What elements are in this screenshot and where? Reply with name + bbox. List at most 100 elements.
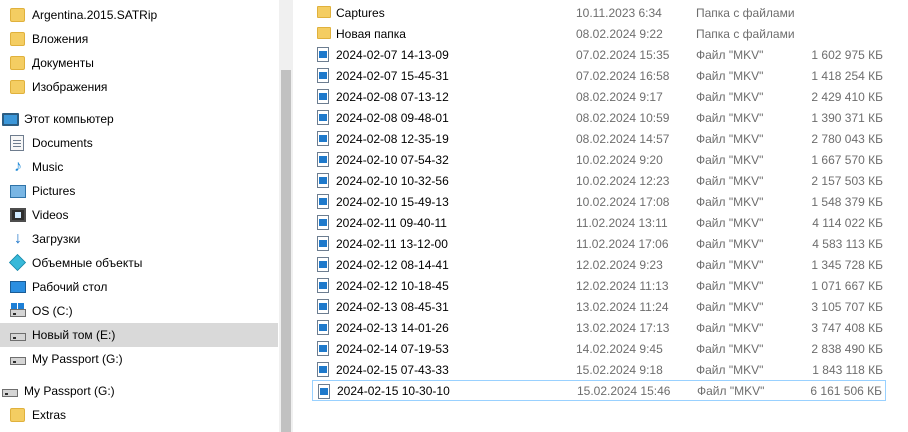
file-row[interactable]: 2024-02-08 09-48-01 08.02.2024 10:59 Файл …: [312, 107, 886, 128]
file-row[interactable]: 2024-02-07 15-45-31 07.02.2024 16:58 Файл …: [312, 65, 886, 86]
file-row[interactable]: 2024-02-12 10-18-45 12.02.2024 11:13 Файл …: [312, 275, 886, 296]
file-date: 07.02.2024 16:58: [576, 68, 670, 83]
file-row[interactable]: 2024-02-10 15-49-13 10.02.2024 17:08 Файл …: [312, 191, 886, 212]
nav-item-label: Вложения: [32, 32, 89, 46]
file-row[interactable]: 2024-02-15 07-43-33 15.02.2024 9:18 Файл "…: [312, 359, 886, 380]
video-file-icon: [317, 278, 331, 293]
nav-item-my-passport[interactable]: My Passport (G:): [0, 379, 278, 403]
file-date: 15.02.2024 15:46: [577, 383, 671, 398]
nav-item-label: Documents: [32, 136, 93, 150]
nav-item-documents[interactable]: Documents: [0, 131, 278, 155]
nav-item-drive-e[interactable]: Новый том (E:): [0, 323, 278, 347]
file-size: 4 114 022 КБ: [812, 215, 883, 230]
file-date: 07.02.2024 15:35: [576, 47, 670, 62]
folder-icon: [317, 26, 331, 41]
file-row[interactable]: 2024-02-14 07-19-53 14.02.2024 9:45 Файл "…: [312, 338, 886, 359]
file-type: Файл "MKV": [696, 236, 764, 251]
video-file-icon: [317, 194, 331, 209]
nav-item-drive-g[interactable]: My Passport (G:): [0, 347, 278, 371]
file-date: 11.02.2024 13:11: [576, 215, 668, 230]
pictures-icon: [10, 183, 26, 199]
nav-item-desktop[interactable]: Рабочий стол: [0, 275, 278, 299]
nav-item-argentina[interactable]: Argentina.2015.SATRip: [0, 3, 278, 27]
file-name: 2024-02-08 12-35-19: [336, 131, 449, 146]
file-row[interactable]: 2024-02-08 07-13-12 08.02.2024 9:17 Файл "…: [312, 86, 886, 107]
file-size: 1 345 728 КБ: [811, 257, 883, 272]
file-size: 1 390 371 КБ: [811, 110, 883, 125]
file-size: 3 747 408 КБ: [811, 320, 883, 335]
file-name: 2024-02-07 15-45-31: [336, 68, 449, 83]
video-file-icon: [317, 299, 331, 314]
nav-item-drive-c[interactable]: OS (C:): [0, 299, 278, 323]
folder-icon: [10, 7, 26, 23]
folder-icon: [317, 5, 331, 20]
file-name: 2024-02-13 08-45-31: [336, 299, 449, 314]
nav-item-attachments[interactable]: Вложения: [0, 27, 278, 51]
os-drive-icon: [10, 303, 26, 319]
file-type: Файл "MKV": [696, 299, 764, 314]
nav-item-label: Extras: [32, 408, 67, 422]
file-row[interactable]: 2024-02-10 07-54-32 10.02.2024 9:20 Файл "…: [312, 149, 886, 170]
file-row[interactable]: 2024-02-11 13-12-00 11.02.2024 17:06 Файл …: [312, 233, 886, 254]
drive-icon: [10, 351, 26, 367]
file-date: 08.02.2024 9:17: [576, 89, 663, 104]
file-date: 10.11.2023 6:34: [576, 5, 662, 20]
file-date: 13.02.2024 17:13: [576, 320, 670, 335]
file-type: Файл "MKV": [696, 68, 764, 83]
file-name: 2024-02-12 08-14-41: [336, 257, 449, 272]
file-date: 08.02.2024 10:59: [576, 110, 670, 125]
video-file-icon: [317, 89, 331, 104]
file-type: Файл "MKV": [696, 278, 764, 293]
file-date: 13.02.2024 11:24: [576, 299, 669, 314]
nav-item-label: Документы: [32, 56, 94, 70]
video-file-icon: [317, 110, 331, 125]
video-file-icon: [317, 257, 331, 272]
file-row[interactable]: 2024-02-11 09-40-11 11.02.2024 13:11 Файл …: [312, 212, 886, 233]
file-size: 3 105 707 КБ: [811, 299, 883, 314]
nav-item-pictures[interactable]: Pictures: [0, 179, 278, 203]
file-type: Файл "MKV": [696, 110, 764, 125]
desktop-icon: [10, 279, 26, 295]
nav-item-extras[interactable]: Extras: [0, 403, 278, 427]
file-name: 2024-02-11 13-12-00: [336, 236, 448, 251]
file-size: 2 838 490 КБ: [811, 341, 883, 356]
nav-item-label: OS (C:): [32, 304, 73, 318]
file-date: 14.02.2024 9:45: [576, 341, 663, 356]
file-row[interactable]: 2024-02-13 14-01-26 13.02.2024 17:13 Файл …: [312, 317, 886, 338]
file-row[interactable]: 2024-02-12 08-14-41 12.02.2024 9:23 Файл "…: [312, 254, 886, 275]
scrollbar-thumb[interactable]: [281, 70, 291, 432]
file-date: 10.02.2024 17:08: [576, 194, 670, 209]
file-row[interactable]: 2024-02-07 14-13-09 07.02.2024 15:35 Файл …: [312, 44, 886, 65]
nav-item-3d-objects[interactable]: Объемные объекты: [0, 251, 278, 275]
file-row[interactable]: Captures 10.11.2023 6:34 Папка с файлами: [312, 2, 886, 23]
file-row[interactable]: 2024-02-15 10-30-10 15.02.2024 15:46 Файл …: [312, 380, 886, 401]
file-date: 11.02.2024 17:06: [576, 236, 669, 251]
file-row[interactable]: 2024-02-10 10-32-56 10.02.2024 12:23 Файл …: [312, 170, 886, 191]
file-type: Файл "MKV": [697, 383, 765, 398]
file-date: 12.02.2024 9:23: [576, 257, 663, 272]
nav-item-this-pc[interactable]: Этот компьютер: [0, 107, 278, 131]
file-type: Файл "MKV": [696, 173, 764, 188]
video-file-icon: [317, 152, 331, 167]
file-row[interactable]: Новая папка 08.02.2024 9:22 Папка с файлам…: [312, 23, 886, 44]
file-date: 08.02.2024 14:57: [576, 131, 670, 146]
file-size: 2 429 410 КБ: [811, 89, 883, 104]
file-size: 4 583 113 КБ: [812, 236, 883, 251]
nav-item-label: Объемные объекты: [32, 256, 143, 270]
file-type: Файл "MKV": [696, 362, 764, 377]
file-name: 2024-02-12 10-18-45: [336, 278, 449, 293]
navigation-scrollbar[interactable]: [279, 0, 293, 432]
folder-icon: [10, 407, 26, 423]
nav-item-music[interactable]: ♪ Music: [0, 155, 278, 179]
nav-item-downloads[interactable]: ↓ Загрузки: [0, 227, 278, 251]
nav-item-label: Videos: [32, 208, 69, 222]
nav-item-videos[interactable]: Videos: [0, 203, 278, 227]
nav-item-images-folder[interactable]: Изображения: [0, 75, 278, 99]
file-row[interactable]: 2024-02-13 08-45-31 13.02.2024 11:24 Файл …: [312, 296, 886, 317]
file-name: 2024-02-08 07-13-12: [336, 89, 449, 104]
file-row[interactable]: 2024-02-08 12-35-19 08.02.2024 14:57 Файл …: [312, 128, 886, 149]
nav-item-documents-folder[interactable]: Документы: [0, 51, 278, 75]
file-name: 2024-02-11 09-40-11: [336, 215, 447, 230]
video-file-icon: [317, 68, 331, 83]
video-file-icon: [317, 341, 331, 356]
